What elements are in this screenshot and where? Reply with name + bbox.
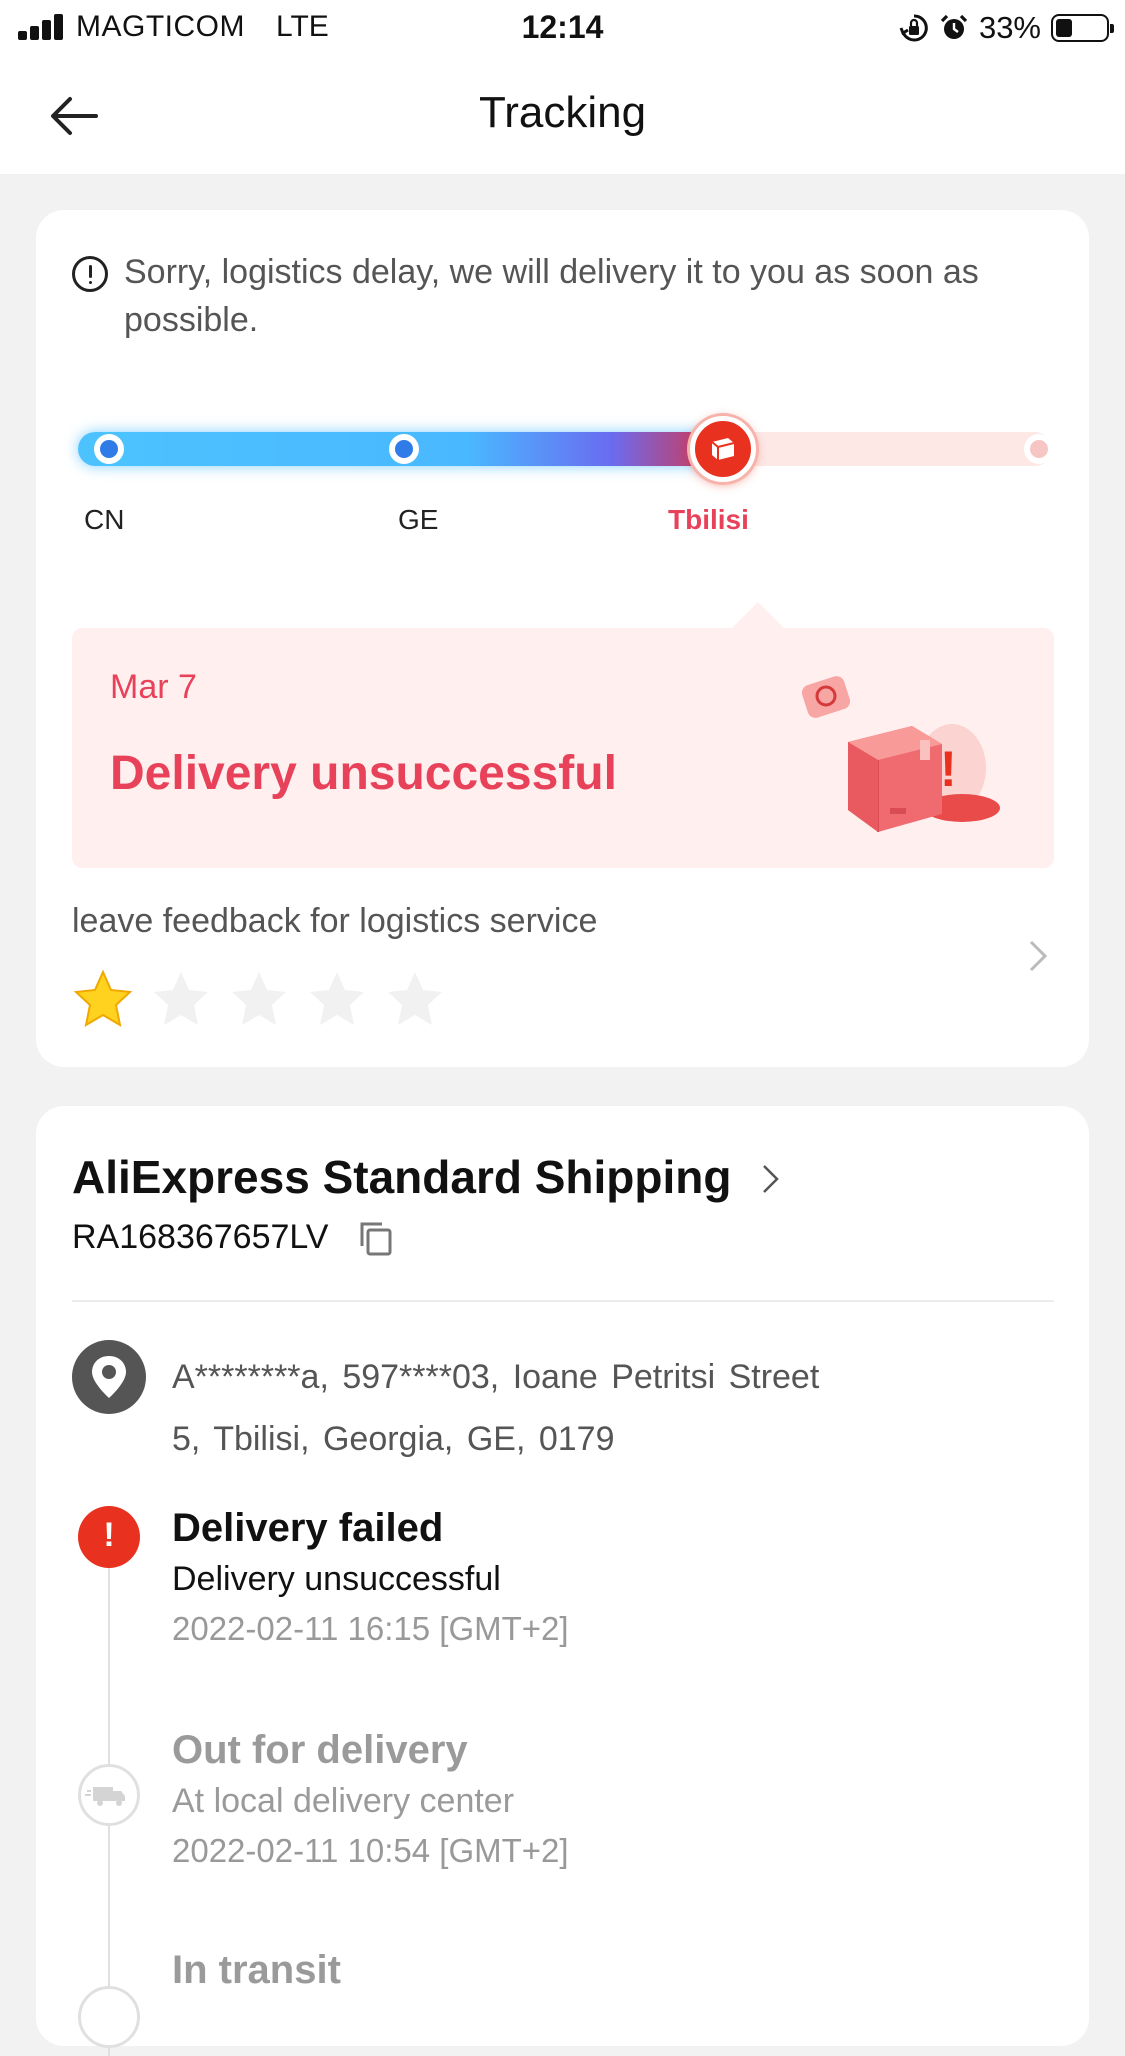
feedback-prompt[interactable]: leave feedback for logistics service [72, 902, 597, 941]
shipping-service[interactable]: AliExpress Standard Shipping [72, 1150, 731, 1204]
svg-text:!: ! [940, 741, 957, 797]
status-date: Mar 7 [110, 668, 197, 706]
tracking-number: RA168367657LV [72, 1218, 329, 1256]
progress-track [78, 432, 1052, 466]
progress-label-cn: CN [84, 504, 125, 535]
event-time: 2022-02-11 16:15 [GMT+2] [172, 1610, 569, 1647]
transit-icon [78, 1986, 140, 2048]
location-pin-icon [72, 1340, 146, 1414]
battery-icon [1051, 14, 1114, 42]
divider [72, 1300, 1054, 1302]
progress-label-ge: GE [398, 504, 439, 535]
progress-node-ge [389, 434, 419, 464]
progress-node-cn [94, 434, 124, 464]
star-filled-icon[interactable] [72, 968, 134, 1030]
orientation-lock-icon [899, 14, 928, 42]
event-time: 2022-02-11 10:54 [GMT+2] [172, 1832, 569, 1869]
package-alert-illustration: ! [802, 676, 1000, 832]
alert-icon: ! [78, 1506, 140, 1568]
progress-label-current: Tbilisi [668, 504, 749, 535]
shipping-details-card: AliExpress Standard Shipping RA168367657… [36, 1106, 1089, 2056]
chevron-right-icon[interactable] [1023, 936, 1053, 976]
truck-icon [78, 1764, 140, 1826]
tracking-overview-card: Sorry, logistics delay, we will delivery… [36, 210, 1089, 1067]
star-empty-icon[interactable] [306, 968, 368, 1030]
page-title: Tracking [478, 88, 647, 137]
header: Tracking [0, 58, 1125, 174]
star-empty-icon[interactable] [150, 968, 212, 1030]
event-description: Delivery unsuccessful [172, 1560, 501, 1598]
exclamation-circle-icon [72, 256, 108, 292]
rating-stars [72, 968, 446, 1030]
delay-notice: Sorry, logistics delay, we will delivery… [124, 253, 979, 339]
status-banner: Mar 7 Delivery unsuccessful ! [72, 602, 1054, 868]
star-empty-icon[interactable] [228, 968, 290, 1030]
event-title: Out for delivery [172, 1728, 468, 1772]
address-line-1: A********a, 597****03, Ioane Petritsi St… [172, 1358, 820, 1396]
address-line-2: 5, Tbilisi, Georgia, GE, 0179 [172, 1420, 615, 1458]
alarm-icon [940, 14, 968, 39]
progress-node-current [690, 416, 756, 482]
event-title: Delivery failed [172, 1506, 444, 1550]
status-bar: MAGTICOM LTE 12:14 33% [0, 0, 1125, 58]
copy-icon[interactable] [356, 1218, 396, 1258]
battery-level [1056, 19, 1072, 37]
event-title: In transit [172, 1948, 341, 1992]
star-empty-icon[interactable] [384, 968, 446, 1030]
event-description: At local delivery center [172, 1782, 515, 1820]
battery-percent: 33% [978, 10, 1041, 45]
status-headline: Delivery unsuccessful [110, 747, 617, 800]
progress-node-destination [1024, 434, 1054, 464]
package-icon [711, 438, 735, 460]
delivery-address: A********a, 597****03, Ioane Petritsi St… [172, 1346, 992, 1470]
chevron-right-icon[interactable] [758, 1158, 784, 1200]
